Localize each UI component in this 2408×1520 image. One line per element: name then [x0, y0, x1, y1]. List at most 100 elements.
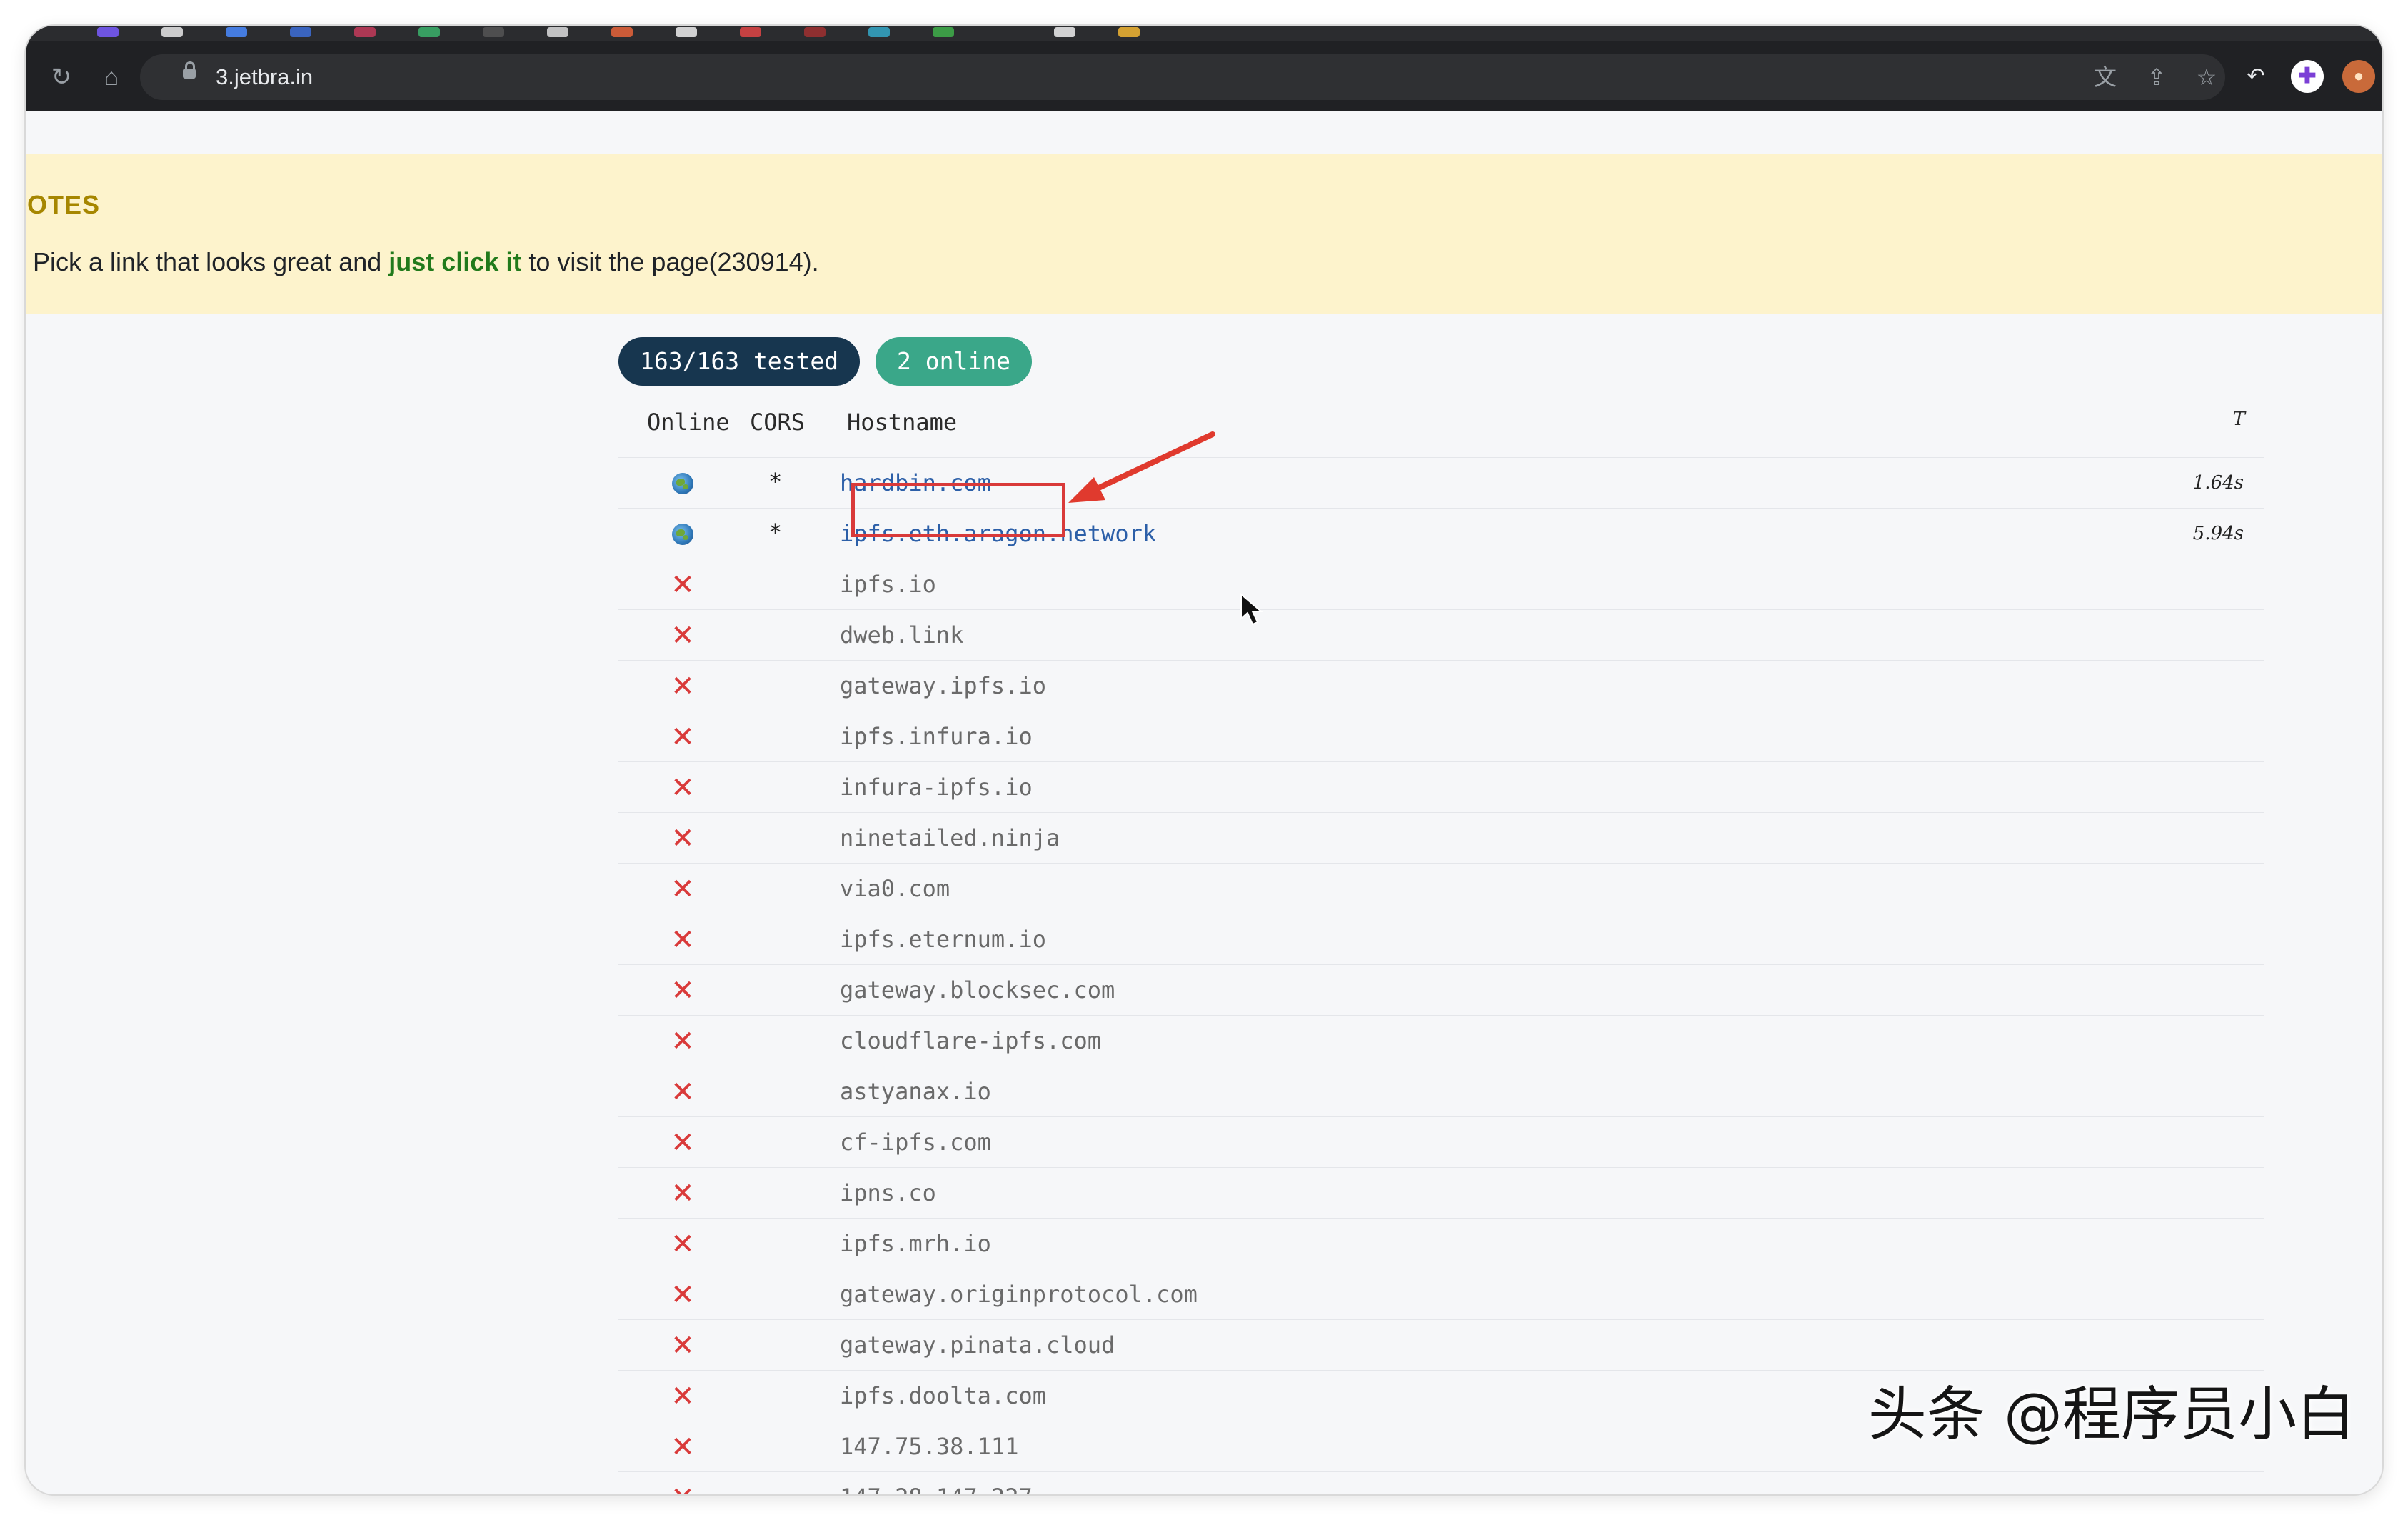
- hostname-cell: ipfs.mrh.io: [840, 1230, 991, 1257]
- translate-icon[interactable]: 文: [2091, 63, 2119, 91]
- hostname-cell: 147.28.147.227: [840, 1484, 1033, 1494]
- table-row: ✕ via0.com: [618, 863, 2264, 914]
- share-icon[interactable]: ⇪: [2142, 63, 2171, 91]
- table-row: ✕ ipfs.io: [618, 559, 2264, 609]
- tab-favicon-icon[interactable]: [611, 27, 633, 37]
- notes-text: Pick a link that looks great and just cl…: [33, 247, 819, 277]
- hostname-cell: gateway.originprotocol.com: [840, 1281, 1198, 1308]
- table-row: ✕ cloudflare-ipfs.com: [618, 1015, 2264, 1066]
- tab-favicon-icon[interactable]: [1118, 27, 1140, 37]
- hostname-cell: ipfs.io: [840, 571, 936, 598]
- hostname-cell: cloudflare-ipfs.com: [840, 1027, 1102, 1054]
- table-row: ✕ gateway.ipfs.io: [618, 660, 2264, 711]
- x-icon: ✕: [671, 822, 695, 855]
- hostname-cell: via0.com: [840, 875, 950, 902]
- column-header-hostname: Hostname: [847, 409, 958, 436]
- hostname-cell: ipns.co: [840, 1179, 936, 1206]
- hostname-cell: ipfs.doolta.com: [840, 1382, 1046, 1409]
- tab-favicon-icon[interactable]: [354, 27, 376, 37]
- x-icon: ✕: [671, 1177, 695, 1210]
- table-row: ✕ gateway.originprotocol.com: [618, 1269, 2264, 1319]
- highlight-annotation-box: [851, 483, 1065, 537]
- table-row: ✕ gateway.pinata.cloud: [618, 1319, 2264, 1370]
- x-icon: ✕: [671, 721, 695, 754]
- globe-icon: [670, 521, 696, 547]
- tab-favicon-icon[interactable]: [740, 27, 761, 37]
- x-icon: ✕: [671, 1329, 695, 1362]
- table-row: ✕ ninetailed.ninja: [618, 812, 2264, 863]
- tab-favicon-icon[interactable]: [933, 27, 954, 37]
- x-icon: ✕: [671, 974, 695, 1007]
- extension-back-icon[interactable]: ↶: [2239, 60, 2272, 93]
- table-row: ✕ gateway.blocksec.com: [618, 964, 2264, 1015]
- table-row: ✕ ipfs.infura.io: [618, 711, 2264, 761]
- tab-favicon-icon[interactable]: [676, 27, 697, 37]
- table-row: ✕ 147.28.147.227: [618, 1471, 2264, 1494]
- tab-strip[interactable]: [26, 26, 2382, 41]
- home-icon[interactable]: ⌂: [96, 61, 127, 93]
- x-icon: ✕: [671, 771, 695, 804]
- table-row: ✕ dweb.link: [618, 609, 2264, 660]
- watermark: 头条 @程序员小白: [1867, 1381, 2355, 1449]
- tab-favicon-icon[interactable]: [97, 27, 119, 37]
- tab-favicon-icon[interactable]: [547, 27, 568, 37]
- browser-toolbar: ↻ ⌂ 3.jetbra.in 文 ⇪ ☆ ↶ ✚ ●: [26, 26, 2382, 111]
- tab-favicon-icon[interactable]: [290, 27, 311, 37]
- tab-favicon-icon[interactable]: [226, 27, 247, 37]
- star-icon[interactable]: ☆: [2192, 63, 2221, 91]
- hostname-cell: dweb.link: [840, 621, 964, 649]
- notes-title: OTES: [27, 190, 101, 219]
- x-icon: ✕: [671, 1380, 695, 1413]
- reload-icon[interactable]: ↻: [46, 61, 77, 93]
- online-count-badge: 2 online: [876, 337, 1032, 386]
- x-icon: ✕: [671, 670, 695, 703]
- notes-text-before: Pick a link that looks great and: [33, 247, 389, 276]
- globe-icon: [670, 471, 696, 496]
- x-icon: ✕: [671, 1279, 695, 1311]
- column-header-time: T: [2232, 409, 2245, 430]
- cors-cell: *: [768, 519, 783, 546]
- browser-window: ↻ ⌂ 3.jetbra.in 文 ⇪ ☆ ↶ ✚ ● OTES Pick a …: [26, 26, 2382, 1494]
- tab-favicon-icon[interactable]: [418, 27, 440, 37]
- column-header-online: Online: [647, 409, 730, 436]
- hostname-cell: ipfs.eternum.io: [840, 926, 1046, 953]
- hostname-cell: gateway.blocksec.com: [840, 976, 1115, 1004]
- x-icon: ✕: [671, 569, 695, 601]
- x-icon: ✕: [671, 1431, 695, 1464]
- hostname-cell: astyanax.io: [840, 1078, 991, 1105]
- table-row: ✕ infura-ipfs.io: [618, 761, 2264, 812]
- x-icon: ✕: [671, 1025, 695, 1058]
- profile-avatar-icon[interactable]: ●: [2342, 60, 2375, 93]
- tab-favicon-icon[interactable]: [1054, 27, 1075, 37]
- table-body: * hardbin.com 1.64s * ipfs.eth.aragon.networ…: [618, 457, 2264, 1494]
- lock-icon[interactable]: [183, 61, 196, 79]
- address-bar[interactable]: 3.jetbra.in 文 ⇪ ☆: [140, 54, 2225, 100]
- url-text[interactable]: 3.jetbra.in: [216, 64, 313, 90]
- response-time-cell: 1.64s: [2192, 472, 2244, 494]
- table-row: ✕ ipns.co: [618, 1167, 2264, 1218]
- hostname-cell: ipfs.infura.io: [840, 723, 1033, 750]
- table-row: ✕ astyanax.io: [618, 1066, 2264, 1116]
- mouse-cursor-icon: [1240, 593, 1263, 626]
- notes-emphasis: just click it: [388, 247, 522, 276]
- tested-count-badge: 163/163 tested: [618, 337, 861, 386]
- column-header-cors: CORS: [750, 409, 806, 436]
- table-row: ✕ ipfs.mrh.io: [618, 1218, 2264, 1269]
- tab-favicon-icon[interactable]: [483, 27, 504, 37]
- x-icon: ✕: [671, 619, 695, 652]
- response-time-cell: 5.94s: [2192, 523, 2244, 544]
- tab-favicon-icon[interactable]: [804, 27, 826, 37]
- x-icon: ✕: [671, 924, 695, 956]
- table-row: ✕ ipfs.eternum.io: [618, 914, 2264, 964]
- annotation-arrow: [1068, 431, 1215, 503]
- tab-favicon-icon[interactable]: [161, 27, 183, 37]
- hostname-cell: cf-ipfs.com: [840, 1129, 991, 1156]
- hostname-cell: gateway.pinata.cloud: [840, 1331, 1115, 1359]
- cors-cell: *: [768, 468, 783, 495]
- extension-puzzle-icon[interactable]: ✚: [2291, 60, 2324, 93]
- x-icon: ✕: [671, 1228, 695, 1261]
- table-row: ✕ cf-ipfs.com: [618, 1116, 2264, 1167]
- x-icon: ✕: [671, 873, 695, 906]
- x-icon: ✕: [671, 1076, 695, 1109]
- tab-favicon-icon[interactable]: [868, 27, 890, 37]
